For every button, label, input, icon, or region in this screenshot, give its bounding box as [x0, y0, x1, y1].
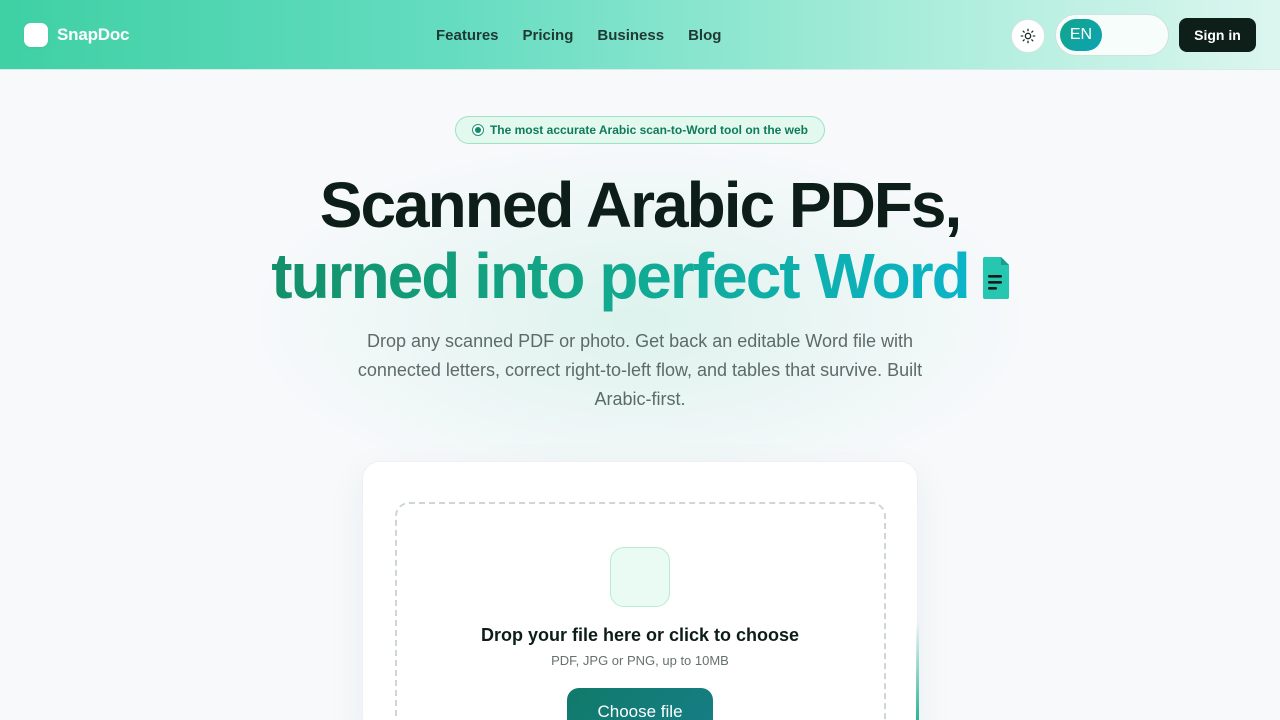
top-navbar: SnapDoc Features Pricing Business Blog E… [0, 0, 1280, 70]
brand-name: SnapDoc [57, 25, 130, 44]
nav-features[interactable]: Features [436, 27, 499, 44]
hero-title-line1: Scanned Arabic PDFs, [319, 169, 963, 241]
brand[interactable]: SnapDoc [24, 23, 129, 47]
language-option-en[interactable]: EN [1060, 19, 1102, 51]
choose-file-button[interactable]: Choose file [567, 688, 713, 720]
nav-business[interactable]: Business [597, 27, 664, 44]
nav-pricing[interactable]: Pricing [523, 27, 574, 44]
drop-zone-title: Drop your file here or click to choose [480, 625, 800, 645]
drop-zone-hint: PDF, JPG or PNG, up to 10MB [551, 653, 729, 668]
language-switcher[interactable]: EN [1055, 14, 1169, 56]
hero-badge-text: The most accurate Arabic scan-to-Word to… [489, 123, 809, 137]
sign-in-button[interactable]: Sign in [1179, 18, 1256, 52]
theme-toggle-button[interactable] [1011, 19, 1045, 53]
hero-subtitle: Drop any scanned PDF or photo. Get back … [357, 331, 923, 409]
sun-icon [1020, 28, 1036, 44]
status-dot-icon [471, 124, 484, 136]
document-icon [982, 239, 1009, 315]
hero-title-line2-wrap: turned into perfect Word [0, 238, 1280, 319]
hero-badge: The most accurate Arabic scan-to-Word to… [455, 116, 825, 144]
main-nav: Features Pricing Business Blog [436, 27, 721, 44]
nav-blog[interactable]: Blog [688, 27, 721, 44]
upload-icon [610, 547, 670, 607]
brand-logo-icon [24, 23, 48, 47]
hero-title-line2: turned into perfect Word [271, 240, 970, 312]
